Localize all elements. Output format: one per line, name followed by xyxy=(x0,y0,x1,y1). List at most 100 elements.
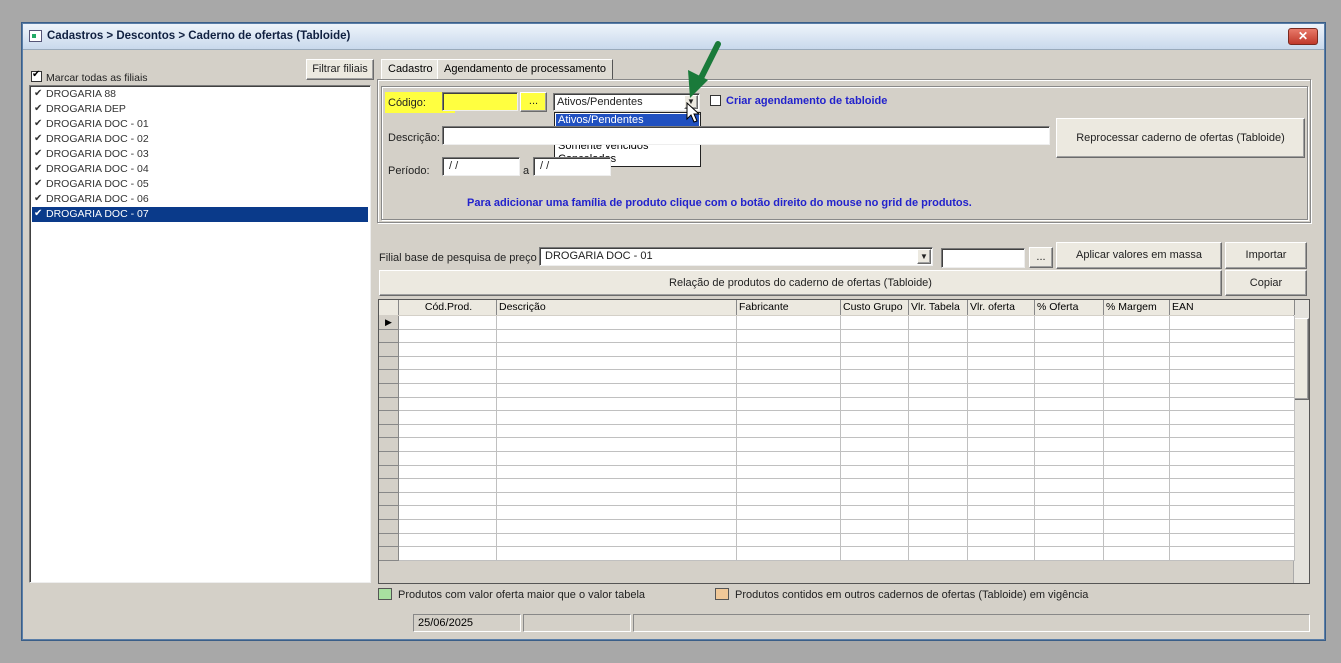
grid-row-indicator[interactable] xyxy=(379,506,399,520)
grid-cell[interactable] xyxy=(399,356,497,371)
grid-cell[interactable] xyxy=(841,411,909,425)
branch-item[interactable]: ✔ DROGARIA DOC - 07 xyxy=(32,207,368,222)
grid-row-indicator[interactable] xyxy=(379,424,399,439)
grid-cell[interactable] xyxy=(968,479,1035,493)
grid-cell[interactable] xyxy=(968,424,1035,439)
mass-value-input[interactable] xyxy=(941,248,1025,268)
periodo-from-input[interactable]: / / xyxy=(442,157,520,176)
grid-cell[interactable] xyxy=(1035,533,1104,548)
grid-cell[interactable] xyxy=(968,356,1035,371)
grid-cell[interactable] xyxy=(841,438,909,452)
filter-branches-button[interactable]: Filtrar filiais xyxy=(306,59,374,80)
grid-cell[interactable] xyxy=(968,438,1035,452)
grid-cell[interactable] xyxy=(1104,533,1170,548)
branch-item[interactable]: ✔ DROGARIA DOC - 05 xyxy=(32,177,368,192)
grid-cell[interactable] xyxy=(1104,465,1170,480)
grid-cell[interactable] xyxy=(497,370,737,384)
grid-row-indicator[interactable] xyxy=(379,492,399,507)
branch-item[interactable]: ✔ DROGARIA DOC - 06 xyxy=(32,192,368,207)
branch-checkbox[interactable]: ✔ xyxy=(34,179,44,189)
close-button[interactable]: ✕ xyxy=(1288,28,1318,45)
grid-cell[interactable] xyxy=(1170,329,1295,344)
grid-cell[interactable] xyxy=(1035,370,1104,384)
grid-cell[interactable] xyxy=(497,316,737,330)
grid-cell[interactable] xyxy=(909,343,968,357)
grid-cell[interactable] xyxy=(1104,520,1170,534)
grid-cell[interactable] xyxy=(497,329,737,344)
title-bar[interactable]: Cadastros > Descontos > Caderno de ofert… xyxy=(23,24,1324,50)
grid-column-header[interactable]: % Margem xyxy=(1104,300,1170,315)
grid-cell[interactable] xyxy=(497,438,737,452)
grid-cell[interactable] xyxy=(968,506,1035,520)
grid-cell[interactable] xyxy=(1104,316,1170,330)
grid-cell[interactable] xyxy=(399,329,497,344)
grid-cell[interactable] xyxy=(1035,411,1104,425)
branch-item[interactable]: ✔ DROGARIA DOC - 04 xyxy=(32,162,368,177)
grid-cell[interactable] xyxy=(1035,506,1104,520)
grid-cell[interactable] xyxy=(1104,452,1170,466)
grid-cell[interactable] xyxy=(841,547,909,561)
grid-cell[interactable] xyxy=(841,329,909,344)
grid-cell[interactable] xyxy=(1170,547,1295,561)
grid-cell[interactable] xyxy=(737,465,841,480)
grid-cell[interactable] xyxy=(1104,438,1170,452)
grid-cell[interactable] xyxy=(1035,397,1104,412)
grid-cell[interactable] xyxy=(841,465,909,480)
grid-cell[interactable] xyxy=(909,547,968,561)
mark-all-checkbox[interactable] xyxy=(31,69,42,82)
grid-cell[interactable] xyxy=(841,533,909,548)
grid-cell[interactable] xyxy=(1170,411,1295,425)
tab-cadastro[interactable]: Cadastro xyxy=(381,59,440,79)
grid-cell[interactable] xyxy=(1104,479,1170,493)
branch-checkbox[interactable]: ✔ xyxy=(34,89,44,99)
grid-cell[interactable] xyxy=(968,384,1035,398)
grid-cell[interactable] xyxy=(497,533,737,548)
grid-cell[interactable] xyxy=(1170,465,1295,480)
grid-cell[interactable] xyxy=(909,492,968,507)
branch-checkbox[interactable]: ✔ xyxy=(34,164,44,174)
grid-cell[interactable] xyxy=(909,316,968,330)
grid-cell[interactable] xyxy=(1104,397,1170,412)
grid-cell[interactable] xyxy=(909,465,968,480)
grid-cell[interactable] xyxy=(399,411,497,425)
grid-cell[interactable] xyxy=(497,479,737,493)
grid-cell[interactable] xyxy=(841,424,909,439)
grid-row-indicator[interactable] xyxy=(379,370,399,384)
grid-cell[interactable] xyxy=(497,547,737,561)
periodo-to-input[interactable]: / / xyxy=(533,157,611,176)
grid-cell[interactable] xyxy=(841,384,909,398)
grid-cell[interactable] xyxy=(399,547,497,561)
grid-cell[interactable] xyxy=(909,520,968,534)
grid-cell[interactable] xyxy=(968,316,1035,330)
grid-cell[interactable] xyxy=(737,492,841,507)
grid-cell[interactable] xyxy=(968,547,1035,561)
schedule-tabloide[interactable]: Criar agendamento de tabloide xyxy=(710,94,910,109)
grid-cell[interactable] xyxy=(1035,316,1104,330)
grid-cell[interactable] xyxy=(497,492,737,507)
grid-cell[interactable] xyxy=(399,438,497,452)
grid-cell[interactable] xyxy=(737,547,841,561)
grid-cell[interactable] xyxy=(1035,329,1104,344)
grid-cell[interactable] xyxy=(399,384,497,398)
grid-cell[interactable] xyxy=(841,397,909,412)
grid-cell[interactable] xyxy=(1035,492,1104,507)
grid-cell[interactable] xyxy=(497,452,737,466)
grid-row-indicator[interactable] xyxy=(379,520,399,534)
grid-cell[interactable] xyxy=(1170,384,1295,398)
grid-cell[interactable] xyxy=(968,343,1035,357)
grid-cell[interactable] xyxy=(497,384,737,398)
grid-cell[interactable] xyxy=(737,424,841,439)
grid-cell[interactable] xyxy=(968,465,1035,480)
grid-cell[interactable] xyxy=(1035,479,1104,493)
grid-cell[interactable] xyxy=(1170,424,1295,439)
grid-cell[interactable] xyxy=(1035,424,1104,439)
grid-row-indicator[interactable] xyxy=(379,533,399,548)
grid-cell[interactable] xyxy=(909,452,968,466)
descricao-input[interactable] xyxy=(442,126,1050,145)
grid-row-indicator[interactable] xyxy=(379,438,399,452)
codigo-lookup-button[interactable]: ... xyxy=(520,92,547,112)
grid-row-indicator[interactable] xyxy=(379,343,399,357)
grid-cell[interactable] xyxy=(1170,343,1295,357)
grid-cell[interactable] xyxy=(1104,411,1170,425)
grid-column-header[interactable]: EAN xyxy=(1170,300,1295,315)
